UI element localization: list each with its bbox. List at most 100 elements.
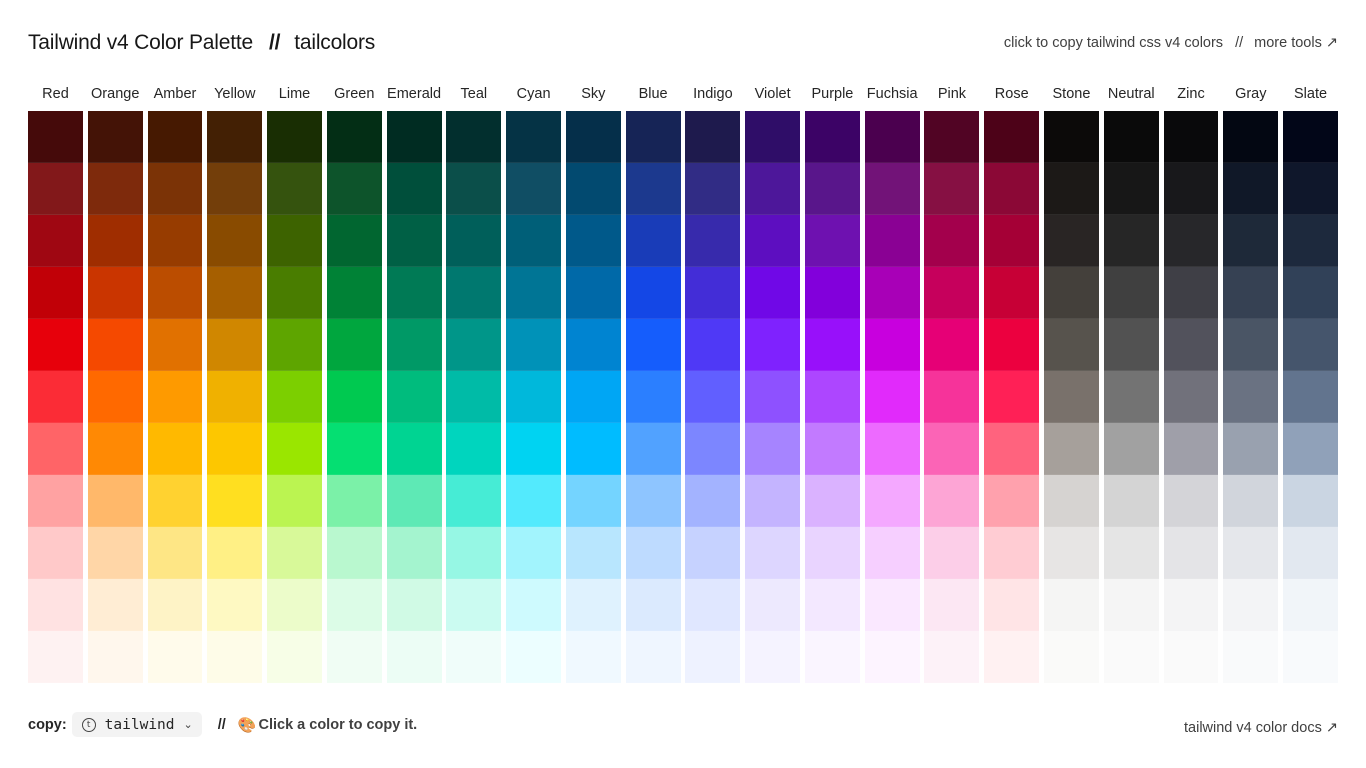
color-swatch[interactable] — [506, 631, 562, 683]
color-swatch[interactable] — [446, 527, 502, 579]
color-swatch[interactable] — [804, 527, 860, 579]
color-swatch[interactable] — [267, 579, 322, 631]
color-swatch[interactable] — [984, 111, 1040, 163]
color-swatch[interactable] — [565, 579, 621, 631]
color-swatch[interactable] — [1223, 215, 1279, 267]
color-swatch[interactable] — [207, 527, 263, 579]
color-swatch[interactable] — [924, 111, 980, 163]
color-swatch[interactable] — [87, 579, 143, 631]
color-swatch[interactable] — [565, 631, 621, 683]
color-swatch[interactable] — [685, 319, 741, 371]
color-swatch[interactable] — [506, 215, 562, 267]
color-swatch[interactable] — [565, 475, 621, 527]
color-swatch[interactable] — [1044, 111, 1099, 163]
color-swatch[interactable] — [326, 371, 382, 423]
color-swatch[interactable] — [924, 163, 980, 215]
color-swatch[interactable] — [506, 371, 562, 423]
color-swatch[interactable] — [864, 267, 920, 319]
color-swatch[interactable] — [864, 579, 920, 631]
color-swatch[interactable] — [984, 527, 1040, 579]
color-swatch[interactable] — [625, 527, 681, 579]
color-swatch[interactable] — [326, 319, 382, 371]
color-swatch[interactable] — [446, 475, 502, 527]
color-swatch[interactable] — [1283, 423, 1338, 475]
color-swatch[interactable] — [207, 475, 263, 527]
color-swatch[interactable] — [1223, 111, 1279, 163]
color-swatch[interactable] — [386, 423, 442, 475]
color-swatch[interactable] — [984, 267, 1040, 319]
color-swatch[interactable] — [1163, 423, 1219, 475]
color-swatch[interactable] — [1223, 527, 1279, 579]
color-swatch[interactable] — [745, 631, 801, 683]
color-swatch[interactable] — [1223, 371, 1279, 423]
color-swatch[interactable] — [506, 475, 562, 527]
color-swatch[interactable] — [386, 579, 442, 631]
color-swatch[interactable] — [386, 111, 442, 163]
color-swatch[interactable] — [386, 163, 442, 215]
color-docs-link[interactable]: tailwind v4 color docs ↗ — [1184, 720, 1338, 736]
color-swatch[interactable] — [685, 163, 741, 215]
color-swatch[interactable] — [326, 215, 382, 267]
color-swatch[interactable] — [625, 163, 681, 215]
color-swatch[interactable] — [446, 631, 502, 683]
color-swatch[interactable] — [565, 527, 621, 579]
color-swatch[interactable] — [685, 579, 741, 631]
color-swatch[interactable] — [625, 631, 681, 683]
color-swatch[interactable] — [207, 267, 263, 319]
color-swatch[interactable] — [745, 163, 801, 215]
color-swatch[interactable] — [1103, 267, 1159, 319]
color-swatch[interactable] — [565, 423, 621, 475]
color-swatch[interactable] — [446, 163, 502, 215]
color-swatch[interactable] — [87, 423, 143, 475]
color-swatch[interactable] — [1163, 579, 1219, 631]
color-swatch[interactable] — [87, 163, 143, 215]
color-swatch[interactable] — [147, 111, 203, 163]
color-swatch[interactable] — [207, 423, 263, 475]
color-swatch[interactable] — [625, 319, 681, 371]
color-swatch[interactable] — [207, 579, 263, 631]
more-tools-link[interactable]: more tools ↗ — [1254, 35, 1338, 51]
color-swatch[interactable] — [446, 423, 502, 475]
color-swatch[interactable] — [506, 527, 562, 579]
color-swatch[interactable] — [147, 319, 203, 371]
color-swatch[interactable] — [625, 215, 681, 267]
color-swatch[interactable] — [446, 579, 502, 631]
color-swatch[interactable] — [745, 267, 801, 319]
color-swatch[interactable] — [386, 527, 442, 579]
color-swatch[interactable] — [506, 163, 562, 215]
color-swatch[interactable] — [1163, 215, 1219, 267]
color-swatch[interactable] — [446, 111, 502, 163]
color-swatch[interactable] — [207, 215, 263, 267]
color-swatch[interactable] — [207, 111, 263, 163]
color-swatch[interactable] — [87, 319, 143, 371]
color-swatch[interactable] — [1103, 579, 1159, 631]
color-swatch[interactable] — [1163, 111, 1219, 163]
color-swatch[interactable] — [804, 423, 860, 475]
color-swatch[interactable] — [147, 215, 203, 267]
color-swatch[interactable] — [1103, 475, 1159, 527]
color-swatch[interactable] — [1163, 371, 1219, 423]
color-swatch[interactable] — [924, 475, 980, 527]
color-swatch[interactable] — [565, 163, 621, 215]
color-swatch[interactable] — [326, 527, 382, 579]
color-swatch[interactable] — [1283, 163, 1338, 215]
color-swatch[interactable] — [984, 215, 1040, 267]
color-swatch[interactable] — [625, 111, 681, 163]
color-swatch[interactable] — [1163, 527, 1219, 579]
color-swatch[interactable] — [267, 319, 322, 371]
color-swatch[interactable] — [685, 475, 741, 527]
color-swatch[interactable] — [864, 631, 920, 683]
color-swatch[interactable] — [326, 111, 382, 163]
color-swatch[interactable] — [984, 163, 1040, 215]
color-swatch[interactable] — [984, 579, 1040, 631]
color-swatch[interactable] — [864, 475, 920, 527]
color-swatch[interactable] — [1163, 631, 1219, 683]
color-swatch[interactable] — [207, 371, 263, 423]
color-swatch[interactable] — [1103, 163, 1159, 215]
color-swatch[interactable] — [446, 371, 502, 423]
color-swatch[interactable] — [147, 579, 203, 631]
color-swatch[interactable] — [804, 579, 860, 631]
color-swatch[interactable] — [446, 267, 502, 319]
color-swatch[interactable] — [1223, 475, 1279, 527]
color-swatch[interactable] — [565, 111, 621, 163]
